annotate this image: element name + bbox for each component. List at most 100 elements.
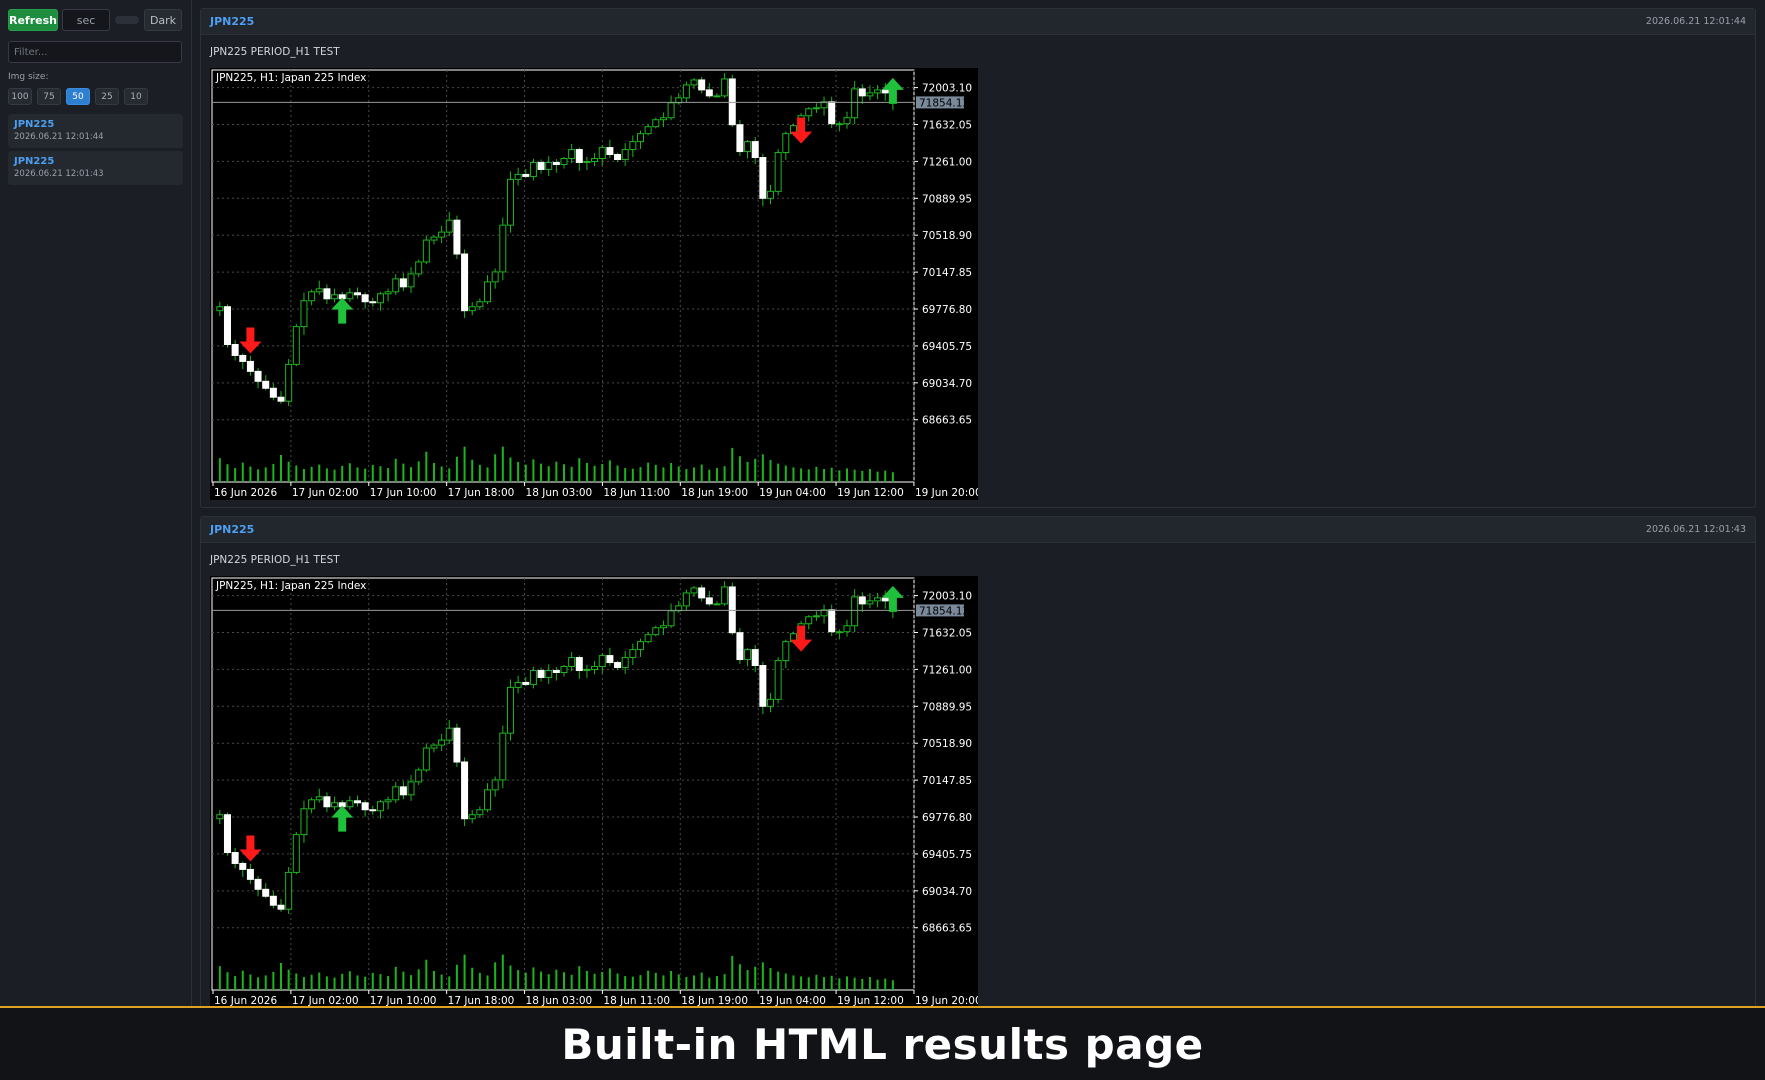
candle-body xyxy=(392,786,400,801)
candle-body xyxy=(874,89,882,94)
chart-title: JPN225, H1: Japan 225 Index xyxy=(215,580,366,592)
candle-body xyxy=(736,124,744,153)
candle-body xyxy=(315,796,323,801)
candle-body xyxy=(812,107,820,110)
x-tick-label: 18 Jun 11:00 xyxy=(603,995,670,1006)
candle-body xyxy=(583,669,591,672)
result-card: JPN225 2026.06.21 12:01:43 JPN225 PERIOD… xyxy=(200,516,1756,1006)
candle-body xyxy=(591,158,599,163)
candle-body xyxy=(331,802,339,808)
x-tick-label: 16 Jun 2026 xyxy=(214,487,277,499)
candle-body xyxy=(522,681,530,685)
results-panel: JPN225 2026.06.21 12:01:44 JPN225 PERIOD… xyxy=(200,8,1756,1006)
card-title[interactable]: JPN225 xyxy=(210,523,254,536)
refresh-button[interactable]: Refresh xyxy=(8,9,58,31)
candle-body xyxy=(331,294,339,300)
candle-body xyxy=(843,117,851,125)
candle-body xyxy=(721,78,729,97)
candle-body xyxy=(529,669,537,685)
y-tick-label: 71261.00 xyxy=(922,156,972,168)
x-tick-label: 17 Jun 18:00 xyxy=(448,487,515,499)
candle-body xyxy=(568,657,576,668)
theme-button[interactable]: Dark xyxy=(144,9,182,31)
candle-body xyxy=(353,292,361,296)
candle-body xyxy=(300,808,308,836)
list-item[interactable]: JPN225 2026.06.21 12:01:44 xyxy=(8,114,183,148)
card-subtitle: JPN225 PERIOD_H1 TEST xyxy=(210,46,340,58)
candle-body xyxy=(621,149,629,161)
candle-body xyxy=(239,354,247,362)
candle-body xyxy=(621,657,629,669)
candle-body xyxy=(805,108,813,117)
img-size-options: 100 75 50 25 10 xyxy=(8,88,183,105)
candle-body xyxy=(415,261,423,275)
candle-body xyxy=(636,641,644,651)
list-item[interactable]: JPN225 2026.06.21 12:01:43 xyxy=(8,151,183,185)
candle-body xyxy=(491,779,499,791)
candle-body xyxy=(598,655,606,668)
candle-body xyxy=(537,669,545,678)
size-option-50[interactable]: 50 xyxy=(66,88,90,105)
candle-body xyxy=(591,666,599,671)
candle-body xyxy=(438,739,446,746)
x-tick-label: 19 Jun 12:00 xyxy=(837,487,904,499)
candle-body xyxy=(361,802,369,811)
candle-body xyxy=(560,158,568,165)
size-option-25[interactable]: 25 xyxy=(95,88,119,105)
interval-input[interactable]: sec xyxy=(62,9,110,31)
y-tick-label: 68663.65 xyxy=(922,923,972,935)
size-option-10[interactable]: 10 xyxy=(124,88,148,105)
size-option-75[interactable]: 75 xyxy=(37,88,61,105)
y-tick-label: 69034.70 xyxy=(922,378,972,390)
size-option-100[interactable]: 100 xyxy=(8,88,32,105)
filter-input[interactable] xyxy=(8,41,182,63)
candle-body xyxy=(644,634,652,643)
candle-body xyxy=(254,878,262,890)
result-list: JPN225 2026.06.21 12:01:44 JPN225 2026.0… xyxy=(8,114,183,185)
candle-body xyxy=(774,152,782,192)
candle-body xyxy=(499,732,507,781)
x-tick-label: 19 Jun 12:00 xyxy=(837,995,904,1006)
card-title[interactable]: JPN225 xyxy=(210,15,254,28)
candlestick-chart: 72003.10 71632.05 71261.00 70889.95 70518.90… xyxy=(210,68,978,500)
candle-body xyxy=(568,149,576,160)
auto-refresh-toggle[interactable] xyxy=(115,16,139,24)
candle-body xyxy=(843,625,851,633)
list-item-time: 2026.06.21 12:01:43 xyxy=(14,169,104,179)
candle-body xyxy=(422,239,430,263)
candle-body xyxy=(629,649,637,659)
result-card: JPN225 2026.06.21 12:01:44 JPN225 PERIOD… xyxy=(200,8,1756,508)
candle-body xyxy=(392,278,400,293)
chart-image: 72003.10 71632.05 71261.00 70889.95 70518.90… xyxy=(210,68,978,500)
candle-body xyxy=(300,300,308,328)
candle-body xyxy=(491,271,499,283)
candle-body xyxy=(614,662,622,669)
candle-body xyxy=(851,88,859,119)
candle-body xyxy=(545,669,553,678)
candle-body xyxy=(514,681,522,688)
candle-body xyxy=(216,814,224,820)
candle-body xyxy=(698,587,706,599)
card-timestamp: 2026.06.21 12:01:43 xyxy=(1645,524,1746,535)
candle-body xyxy=(529,161,537,177)
y-tick-label: 71632.05 xyxy=(922,119,972,131)
candle-body xyxy=(353,800,361,804)
candle-body xyxy=(866,92,874,97)
y-tick-label: 70518.90 xyxy=(922,230,972,242)
candle-body xyxy=(292,834,300,873)
list-item-name: JPN225 xyxy=(14,119,55,130)
candle-body xyxy=(759,665,767,707)
candle-body xyxy=(292,326,300,365)
x-tick-label: 17 Jun 10:00 xyxy=(370,995,437,1006)
y-tick-label: 71632.05 xyxy=(922,627,972,639)
y-tick-label: 72003.10 xyxy=(922,83,972,95)
candle-body xyxy=(308,799,316,810)
candle-body xyxy=(552,669,560,673)
candle-body xyxy=(407,273,415,288)
candle-body xyxy=(698,79,706,91)
candle-body xyxy=(767,190,775,199)
candle-body xyxy=(216,306,224,312)
y-tick-label: 71261.00 xyxy=(922,664,972,676)
candle-body xyxy=(881,89,889,94)
candle-body xyxy=(682,84,690,99)
